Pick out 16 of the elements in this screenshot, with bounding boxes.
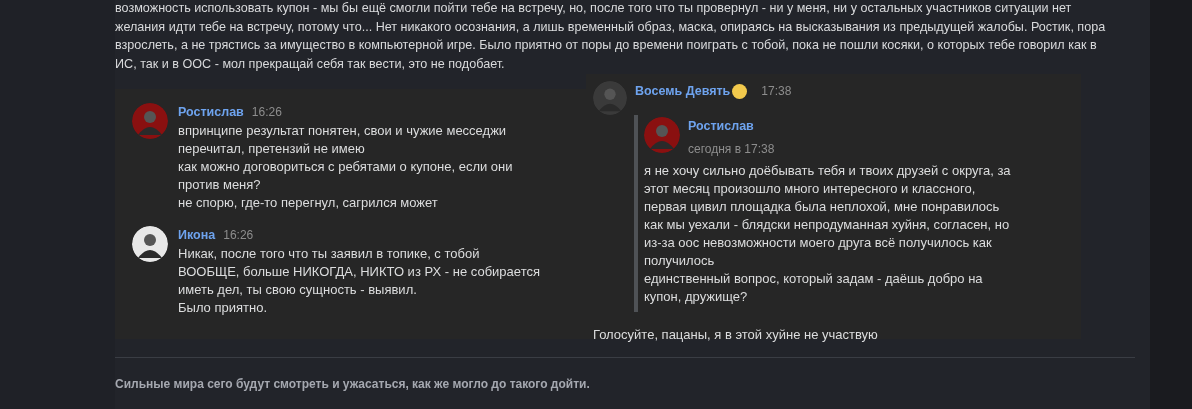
timestamp: 17:38 (761, 83, 792, 100)
message-text: Никак, после того что ты заявил в топике, с тобой ВООБЩЕ, больше НИКОГДА, НИКТО из РХ - не собирается иметь дел, ты свою сущность - выявил. Было приятно. (178, 244, 540, 317)
timestamp: сегодня в 17:38 (688, 140, 775, 158)
signature-text: Сильные мира сего будут смотреть и ужасаться, как же могло до такого дойти. (115, 376, 591, 393)
post-paragraph: возможность использовать купон - мы бы ещё смогли пойти тебе на встречу, но, после того что ты провернул - ни у меня, ни у остальных участников ситуации нет желания идти тебе на встречу, потому что... Нет никакого осознания, а лишь временный образ, маска, опираясь на высказывания из предыдущей жалобы. Ростик, пора взрослеть, а не трястись за имущество в компьютерной игре. Было приятно от поры до времени поиграть с тобой, пока не пошли косяки, о которых тебе говорил как в ИС, так и в ООС - мол прекращай себя так вести, это не подобает. (115, 0, 1107, 73)
avatar-icon[interactable] (132, 225, 168, 262)
username: Восемь Девять (635, 82, 731, 100)
timestamp: 16:26 (251, 104, 282, 121)
username: Ростислав (688, 118, 755, 135)
username: Икона (178, 226, 216, 244)
message-text: впринципе результат понятен, свои и чужие месседжи перечитал, претензий не имею как можно договориться с ребятами о купоне, если они против меня? не спорю, где-то перегнул, сагрился может (178, 121, 513, 212)
message-text: Голосуйте, пацаны, я в этой хуйне не участвую (593, 325, 879, 344)
emoji-icon (732, 83, 748, 99)
username: Ростислав (178, 104, 244, 121)
timestamp: 16:26 (223, 226, 254, 244)
quoted-message-text: я не хочу сильно доёбывать тебя и твоих друзей с округа, за этот месяц произошло много интересного и классного, первая цивил площадка была неплохой, мне понравилось как мы уехали - блядски непродуманная хуйня, согласен, но из-за оос невозможности моего друга всё получилось как получилось единственный вопрос, который задам - даёшь добро на купон, дружище? (644, 161, 1012, 306)
